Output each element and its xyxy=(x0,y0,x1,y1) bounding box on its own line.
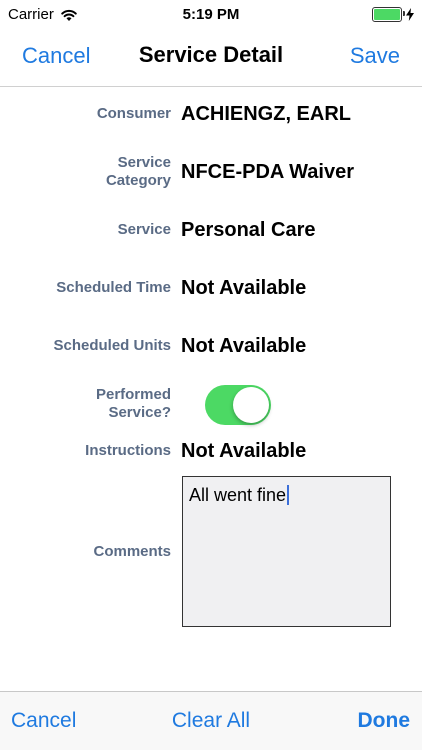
consumer-value: ACHIENGZ, EARL xyxy=(181,103,351,125)
scheduled-units-value: Not Available xyxy=(181,335,307,357)
comments-textarea[interactable]: All went fine xyxy=(182,476,391,627)
service-category-label-line2: Category xyxy=(105,172,171,189)
comments-text: All went fine xyxy=(189,485,287,505)
service-category-label: Service Category xyxy=(20,154,171,190)
bottom-toolbar: Cancel Clear All Done xyxy=(0,691,422,750)
done-button[interactable]: Done xyxy=(358,709,411,733)
service-value: Personal Care xyxy=(181,219,316,241)
status-time: 5:19 PM xyxy=(182,6,240,23)
performed-service-toggle[interactable] xyxy=(205,385,271,425)
service-label: Service xyxy=(117,221,171,238)
scheduled-time-label: Scheduled Time xyxy=(56,279,171,296)
performed-service-label: Performed Service? xyxy=(20,386,171,422)
charging-bolt-icon xyxy=(406,8,414,21)
navigation-bar: Cancel Service Detail Save xyxy=(0,30,422,87)
consumer-label: Consumer xyxy=(96,105,171,122)
comments-label: Comments xyxy=(93,543,171,560)
save-button[interactable]: Save xyxy=(350,43,400,69)
status-bar: Carrier 5:19 PM xyxy=(0,0,422,30)
service-category-value: NFCE-PDA Waiver xyxy=(181,161,354,183)
instructions-label: Instructions xyxy=(85,442,171,459)
scheduled-time-value: Not Available xyxy=(181,277,307,299)
performed-service-label-line1: Performed xyxy=(95,386,171,403)
battery-fill xyxy=(374,9,400,20)
scheduled-units-label: Scheduled Units xyxy=(53,337,171,354)
service-category-label-line1: Service xyxy=(117,154,171,171)
instructions-value: Not Available xyxy=(181,440,307,462)
toggle-knob xyxy=(233,387,269,423)
battery-indicator xyxy=(372,7,414,22)
text-caret xyxy=(287,485,290,505)
performed-service-label-line2: Service? xyxy=(108,404,171,421)
battery-icon xyxy=(372,7,405,22)
